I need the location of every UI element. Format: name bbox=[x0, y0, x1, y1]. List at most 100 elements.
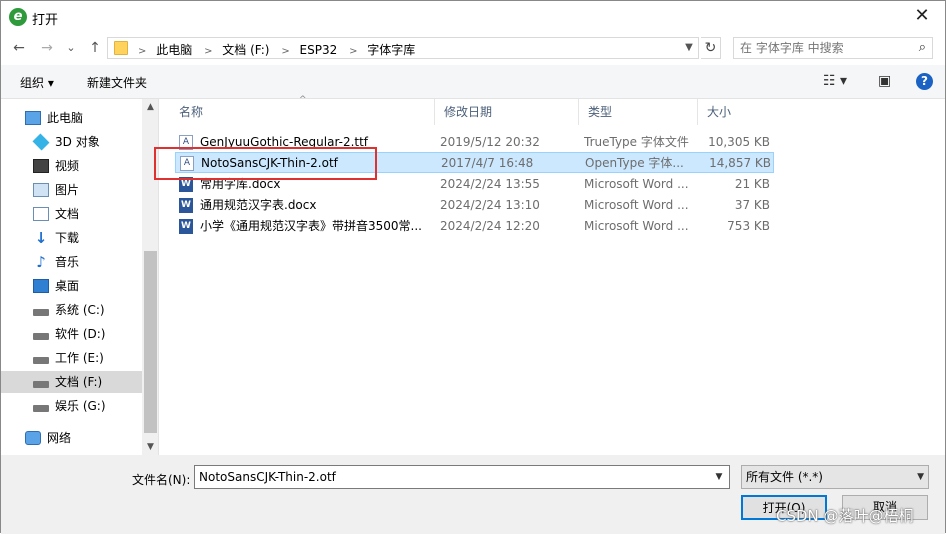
filetype-select[interactable]: 所有文件 (*.*) ▼ bbox=[741, 465, 929, 489]
filename-input[interactable] bbox=[195, 466, 700, 488]
file-type: Microsoft Word ... bbox=[584, 177, 689, 191]
back-arrow-icon[interactable]: ← bbox=[9, 37, 29, 59]
breadcrumb-separator-icon: > bbox=[204, 46, 213, 57]
scrollbar-thumb[interactable] bbox=[144, 251, 157, 433]
sidebar-item-label: 文档 (F:) bbox=[55, 375, 103, 389]
sidebar-item-3d-objects[interactable]: 3D 对象 bbox=[1, 131, 142, 153]
breadcrumb-separator-icon: > bbox=[349, 46, 358, 57]
navigation-bar: ← → ⌄ ↑ > 此电脑 > 文档 (F:) > ESP32 > 字体字库 ▼… bbox=[1, 33, 945, 63]
scroll-up-icon[interactable]: ▲ bbox=[142, 99, 158, 115]
sidebar-item-label: 音乐 bbox=[55, 255, 80, 269]
table-row[interactable]: W 通用规范汉字表.docx 2024/2/24 13:10 Microsoft… bbox=[175, 195, 774, 216]
word-file-icon: W bbox=[179, 198, 193, 213]
new-folder-button[interactable]: 新建文件夹 bbox=[87, 74, 147, 91]
sidebar-item-desktop[interactable]: 桌面 bbox=[1, 275, 142, 297]
file-name: 通用规范汉字表.docx bbox=[200, 198, 317, 212]
file-size: 14,857 KB bbox=[709, 156, 771, 170]
filename-label: 文件名(N): bbox=[132, 473, 191, 487]
scroll-down-icon[interactable]: ▼ bbox=[142, 439, 158, 455]
breadcrumb-separator-icon: > bbox=[281, 46, 290, 57]
file-size: 37 KB bbox=[734, 198, 770, 212]
file-date: 2017/4/7 16:48 bbox=[441, 156, 534, 170]
sidebar-item-music[interactable]: ♪ 音乐 bbox=[1, 251, 142, 273]
navigation-pane: 此电脑 3D 对象 视频 图片 文档 ↓ 下载 ♪ 音乐 桌面 系统 (C:) 软件… bbox=[1, 99, 159, 455]
drive-icon bbox=[33, 405, 49, 412]
computer-icon bbox=[25, 110, 41, 125]
title-bar: e 打开 ✕ bbox=[1, 1, 945, 33]
address-dropdown-chevron-icon[interactable]: ▼ bbox=[681, 37, 697, 59]
file-date: 2024/2/24 12:20 bbox=[440, 219, 540, 233]
search-input[interactable] bbox=[740, 38, 910, 58]
chevron-down-icon: ▼ bbox=[917, 472, 924, 482]
file-name: 小学《通用规范汉字表》带拼音3500常... bbox=[200, 219, 422, 233]
close-button[interactable]: ✕ bbox=[899, 1, 945, 33]
address-bar[interactable]: > 此电脑 > 文档 (F:) > ESP32 > 字体字库 bbox=[107, 37, 699, 59]
search-box[interactable]: ⌕ bbox=[733, 37, 933, 59]
sidebar-item-this-pc[interactable]: 此电脑 bbox=[1, 107, 142, 129]
file-type: OpenType 字体... bbox=[585, 156, 684, 170]
sidebar-item-drive-g[interactable]: 娱乐 (G:) bbox=[1, 395, 142, 417]
breadcrumb-item[interactable]: ESP32 bbox=[300, 43, 338, 57]
sidebar-item-label: 下载 bbox=[55, 231, 80, 245]
network-icon bbox=[25, 430, 41, 445]
up-arrow-icon[interactable]: ↑ bbox=[85, 37, 105, 59]
breadcrumb-item[interactable]: 字体字库 bbox=[367, 43, 415, 57]
sidebar-item-drive-e[interactable]: 工作 (E:) bbox=[1, 347, 142, 369]
file-size: 10,305 KB bbox=[708, 135, 770, 149]
file-date: 2024/2/24 13:10 bbox=[440, 198, 540, 212]
column-header-date[interactable]: 修改日期 bbox=[435, 99, 579, 125]
toolbar: 组织 ▾ 新建文件夹 ☷ ▾ ▣ ? bbox=[1, 65, 945, 99]
breadcrumb-item[interactable]: 文档 (F:) bbox=[222, 43, 269, 57]
sidebar-item-documents[interactable]: 文档 bbox=[1, 203, 142, 225]
recent-locations-chevron-icon[interactable]: ⌄ bbox=[61, 37, 81, 59]
sidebar-item-label: 3D 对象 bbox=[55, 135, 100, 149]
file-type: TrueType 字体文件 bbox=[584, 135, 689, 149]
desktop-icon bbox=[33, 278, 49, 293]
app-icon: e bbox=[9, 8, 27, 26]
document-icon bbox=[33, 206, 49, 221]
breadcrumb-separator-icon: > bbox=[138, 46, 147, 57]
sidebar-item-downloads[interactable]: ↓ 下载 bbox=[1, 227, 142, 249]
sidebar-item-label: 桌面 bbox=[55, 279, 80, 293]
view-options-icon[interactable]: ☷ ▾ bbox=[823, 73, 847, 89]
chevron-down-icon[interactable]: ▼ bbox=[709, 466, 729, 488]
sidebar-item-label: 此电脑 bbox=[47, 111, 84, 125]
cube-icon bbox=[32, 133, 50, 150]
sidebar-item-network[interactable]: 网络 bbox=[1, 427, 142, 449]
breadcrumb: > 此电脑 > 文档 (F:) > ESP32 > 字体字库 bbox=[134, 41, 419, 58]
highlight-annotation-box bbox=[154, 147, 377, 180]
window-title: 打开 bbox=[32, 13, 59, 28]
drive-icon bbox=[33, 357, 49, 364]
organize-menu-button[interactable]: 组织 ▾ bbox=[20, 74, 54, 91]
filename-combobox[interactable]: ▼ bbox=[194, 465, 730, 489]
sidebar-item-drive-c[interactable]: 系统 (C:) bbox=[1, 299, 142, 321]
sidebar-item-label: 工作 (E:) bbox=[55, 351, 104, 365]
file-date: 2024/2/24 13:55 bbox=[440, 177, 540, 191]
sidebar-item-drive-d[interactable]: 软件 (D:) bbox=[1, 323, 142, 345]
download-icon: ↓ bbox=[34, 228, 48, 247]
refresh-icon[interactable]: ↻ bbox=[701, 37, 721, 59]
search-icon[interactable]: ⌕ bbox=[919, 40, 926, 55]
breadcrumb-item[interactable]: 此电脑 bbox=[156, 43, 192, 57]
drive-icon bbox=[33, 333, 49, 340]
drive-icon bbox=[33, 381, 49, 388]
sidebar-item-label: 软件 (D:) bbox=[55, 327, 106, 341]
preview-pane-icon[interactable]: ▣ bbox=[878, 73, 891, 89]
sidebar-item-videos[interactable]: 视频 bbox=[1, 155, 142, 177]
file-size: 21 KB bbox=[734, 177, 770, 191]
open-file-dialog: e 打开 ✕ ← → ⌄ ↑ > 此电脑 > 文档 (F:) > ESP32 >… bbox=[0, 0, 946, 534]
column-header-type[interactable]: 类型 bbox=[579, 99, 698, 125]
watermark-text: CSDN @落叶@梧桐 bbox=[776, 507, 914, 525]
sort-ascending-icon: ^ bbox=[299, 95, 307, 105]
drive-icon bbox=[33, 309, 49, 316]
file-date: 2019/5/12 20:32 bbox=[440, 135, 540, 149]
sidebar-item-label: 视频 bbox=[55, 159, 80, 173]
column-header-size[interactable]: 大小 bbox=[698, 99, 780, 125]
table-row[interactable]: W 小学《通用规范汉字表》带拼音3500常... 2024/2/24 12:20… bbox=[175, 216, 774, 237]
help-icon[interactable]: ? bbox=[916, 73, 933, 90]
sidebar-item-pictures[interactable]: 图片 bbox=[1, 179, 142, 201]
sidebar-item-drive-f[interactable]: 文档 (F:) bbox=[1, 371, 142, 393]
word-file-icon: W bbox=[179, 219, 193, 234]
sidebar-item-label: 网络 bbox=[47, 431, 72, 445]
forward-arrow-icon[interactable]: → bbox=[37, 37, 57, 59]
